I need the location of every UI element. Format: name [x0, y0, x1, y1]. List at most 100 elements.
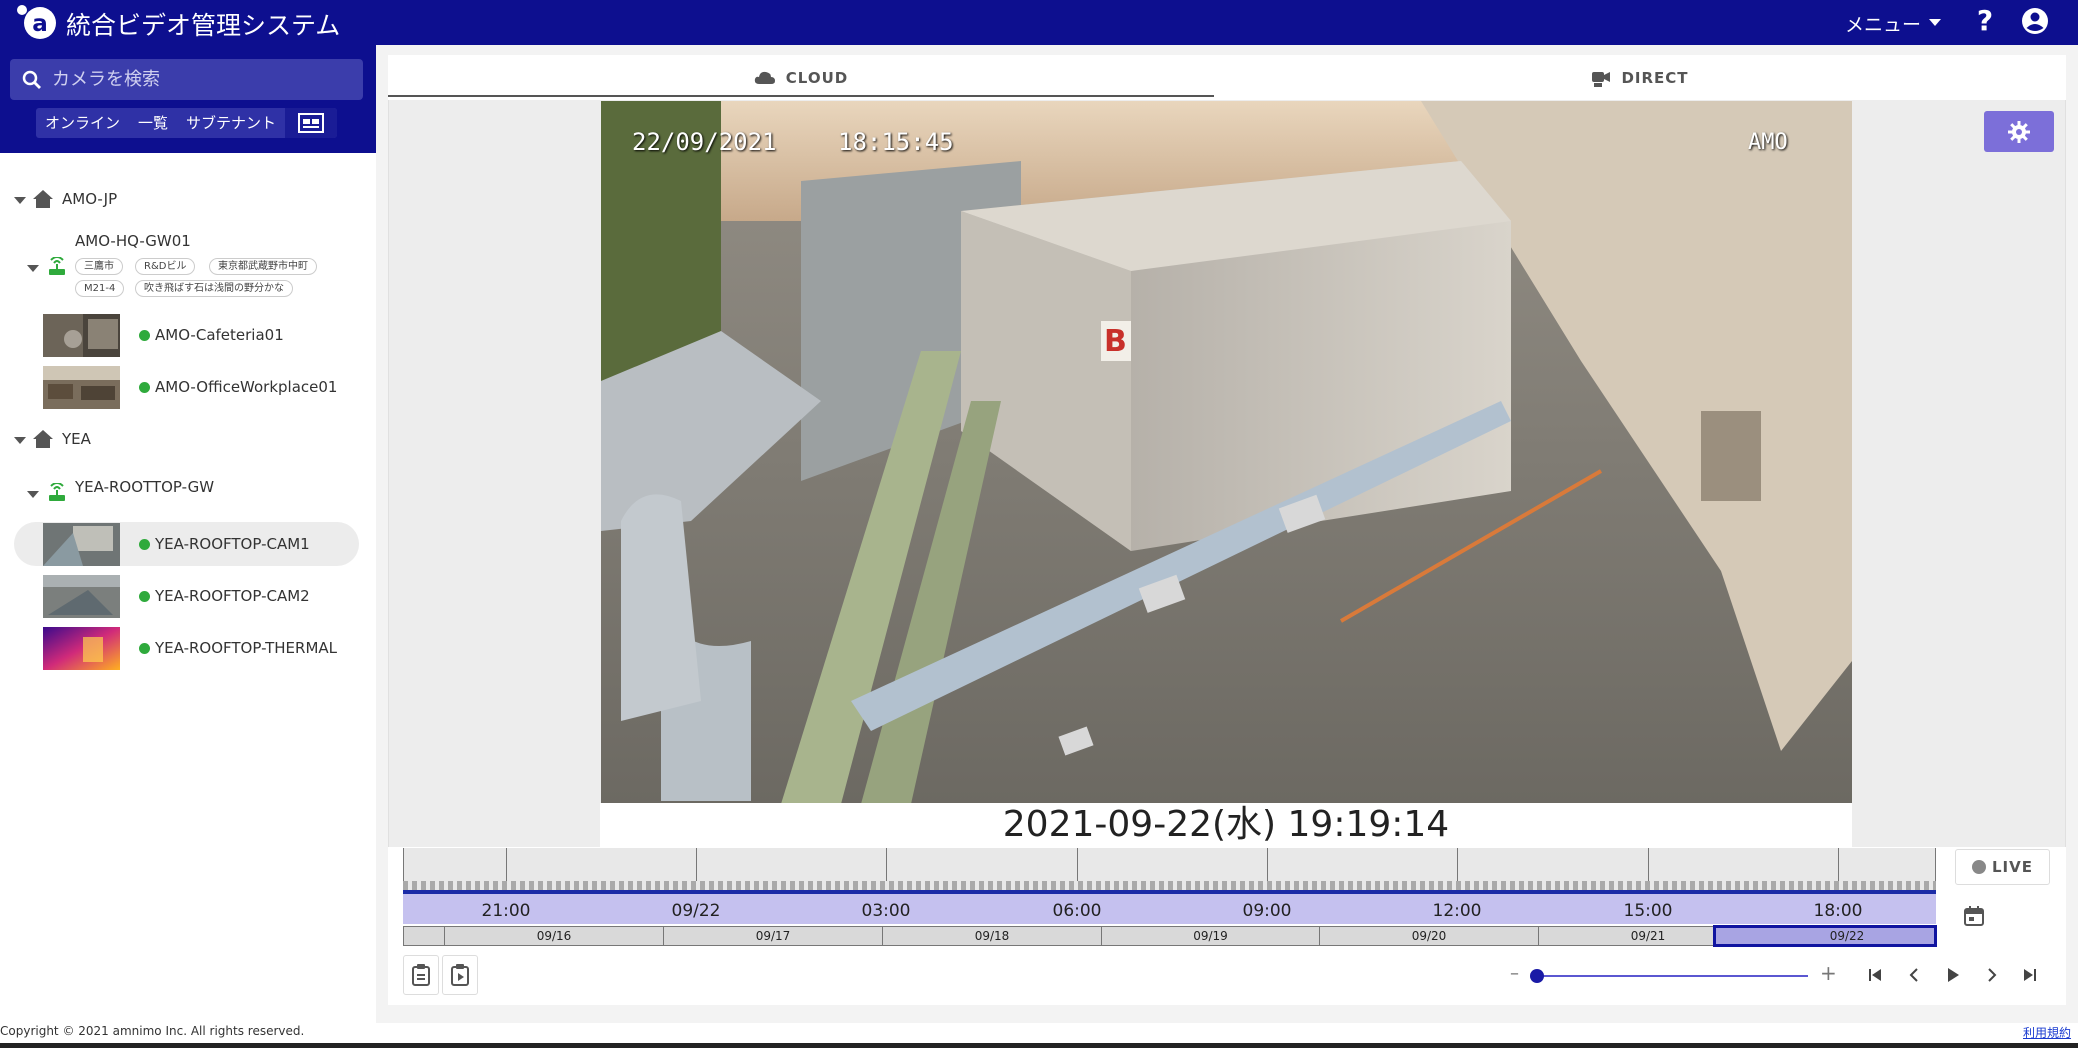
timeline-day[interactable]: 09/19: [1101, 926, 1319, 946]
menu-button[interactable]: メニュー: [1845, 8, 1942, 38]
video-osd-label: AMO: [1748, 130, 1788, 155]
step-forward-button[interactable]: [1979, 962, 2005, 988]
camera-thumbnail: [43, 314, 120, 357]
timeline-hour-label: 12:00: [1432, 901, 1482, 921]
zoom-out-button[interactable]: –: [1510, 963, 1519, 984]
expand-caret-icon[interactable]: [14, 197, 26, 204]
svg-text:a: a: [32, 11, 48, 37]
grid-view-icon: [298, 113, 325, 133]
svg-text:B: B: [1104, 324, 1127, 359]
video-player[interactable]: B: [601, 101, 1852, 804]
gateway-tag: R&Dビル: [135, 258, 196, 275]
camera-name: AMO-Cafeteria01: [155, 326, 284, 344]
camera-thumbnail: [43, 523, 120, 566]
clipboard-play-button[interactable]: [442, 955, 478, 995]
timeline-hour-label: 21:00: [481, 901, 531, 921]
timeline-track[interactable]: [403, 848, 1936, 885]
site-name[interactable]: YEA: [62, 430, 91, 448]
gateway-name[interactable]: AMO-HQ-GW01: [75, 232, 191, 250]
clipboard-play-icon: [451, 964, 469, 986]
help-button[interactable]: ?: [1970, 4, 2000, 40]
tab-direct-label: DIRECT: [1621, 68, 1689, 87]
online-status-dot: [139, 330, 150, 341]
caret-down-icon: [1929, 19, 1942, 26]
source-tabs: CLOUD DIRECT: [388, 55, 2066, 100]
timeline-hour-label: 18:00: [1813, 901, 1863, 921]
live-label: LIVE: [1992, 858, 2033, 876]
filter-tab-subtenant[interactable]: サブテナント: [177, 108, 285, 138]
home-icon: [33, 190, 53, 208]
gateway-icon: [49, 257, 65, 275]
sidebar-header: オンライン 一覧 サブテナント: [0, 45, 376, 153]
menu-label: メニュー: [1845, 13, 1922, 36]
site-name[interactable]: AMO-JP: [62, 190, 117, 208]
timeline-hour-label: 09/22: [671, 901, 721, 921]
online-status-dot: [139, 643, 150, 654]
settings-button[interactable]: [1984, 111, 2054, 152]
clipboard-icon: [412, 964, 430, 986]
expand-caret-icon[interactable]: [14, 437, 26, 444]
zoom-slider-track[interactable]: [1536, 975, 1808, 977]
tab-cloud-label: CLOUD: [785, 68, 849, 87]
active-tab-indicator: [388, 95, 1214, 97]
bottom-edge: [0, 1043, 2078, 1048]
skip-previous-icon: [1869, 969, 1881, 981]
gateway-name[interactable]: YEA-ROOTTOP-GW: [75, 478, 214, 496]
logo-icon: a: [17, 5, 56, 39]
online-status-dot: [139, 382, 150, 393]
expand-caret-icon[interactable]: [27, 265, 39, 272]
zoom-slider-thumb[interactable]: [1530, 969, 1544, 983]
live-button[interactable]: LIVE: [1955, 849, 2050, 885]
camera-name: YEA-ROOFTOP-CAM2: [155, 587, 310, 605]
copyright-text: Copyright © 2021 amnimo Inc. All rights …: [0, 1024, 305, 1038]
video-osd-time: 18:15:45: [838, 128, 954, 156]
tab-direct[interactable]: DIRECT: [1214, 55, 2066, 100]
filter-tab-list[interactable]: 一覧: [129, 108, 177, 138]
search-icon: [22, 70, 41, 89]
camera-search[interactable]: [10, 59, 363, 100]
online-status-dot: [139, 591, 150, 602]
camera-name: YEA-ROOFTOP-THERMAL: [155, 639, 338, 657]
tab-cloud[interactable]: CLOUD: [388, 55, 1214, 100]
clipboard-button[interactable]: [403, 955, 439, 995]
account-icon[interactable]: [2020, 6, 2050, 36]
gateway-tag: 東京都武蔵野市中町: [209, 258, 317, 275]
timeline-day[interactable]: 09/16: [444, 926, 663, 946]
app-title: 統合ビデオ管理システム: [66, 11, 341, 40]
skip-next-icon: [2024, 969, 2036, 981]
live-indicator-icon: [1972, 860, 1986, 874]
camera-thumbnail: [43, 575, 120, 618]
camera-thumbnail: [43, 627, 120, 670]
skip-start-button[interactable]: [1862, 962, 1888, 988]
filter-tab-grid[interactable]: [285, 108, 338, 138]
current-timestamp: 2021-09-22(水) 19:19:14: [600, 803, 1852, 847]
gateway-icon: [49, 483, 65, 501]
terms-link[interactable]: 利用規約: [2023, 1024, 2071, 1041]
timeline-day[interactable]: 09/20: [1319, 926, 1538, 946]
home-icon: [33, 430, 53, 448]
zoom-in-button[interactable]: +: [1820, 961, 1837, 985]
cloud-icon: [754, 71, 775, 84]
camera-name: YEA-ROOFTOP-CAM1: [155, 535, 310, 553]
play-button[interactable]: [1940, 962, 1966, 988]
calendar-icon[interactable]: [1962, 904, 1986, 928]
filter-tab-online[interactable]: オンライン: [36, 108, 129, 138]
gateway-tag: M21-4: [75, 280, 125, 297]
camera-icon: [1592, 71, 1611, 87]
search-input[interactable]: [52, 69, 352, 90]
gear-icon: [2008, 120, 2030, 143]
timeline-day[interactable]: 09/18: [882, 926, 1101, 946]
timeline-hour-label: 15:00: [1623, 901, 1673, 921]
expand-caret-icon[interactable]: [27, 491, 39, 498]
camera-thumbnail: [43, 366, 120, 409]
play-icon: [1948, 968, 1959, 982]
skip-end-button[interactable]: [2017, 962, 2043, 988]
chevron-left-icon: [1909, 968, 1918, 982]
timeline-hour-scale[interactable]: [403, 894, 1936, 924]
chevron-right-icon: [1988, 968, 1997, 982]
timeline-day[interactable]: 09/17: [663, 926, 882, 946]
timeline-hour-label: 09:00: [1242, 901, 1292, 921]
video-osd-date: 22/09/2021: [632, 128, 777, 156]
step-back-button[interactable]: [1901, 962, 1927, 988]
gateway-tag: 吹き飛ばす石は浅間の野分かな: [135, 280, 293, 297]
